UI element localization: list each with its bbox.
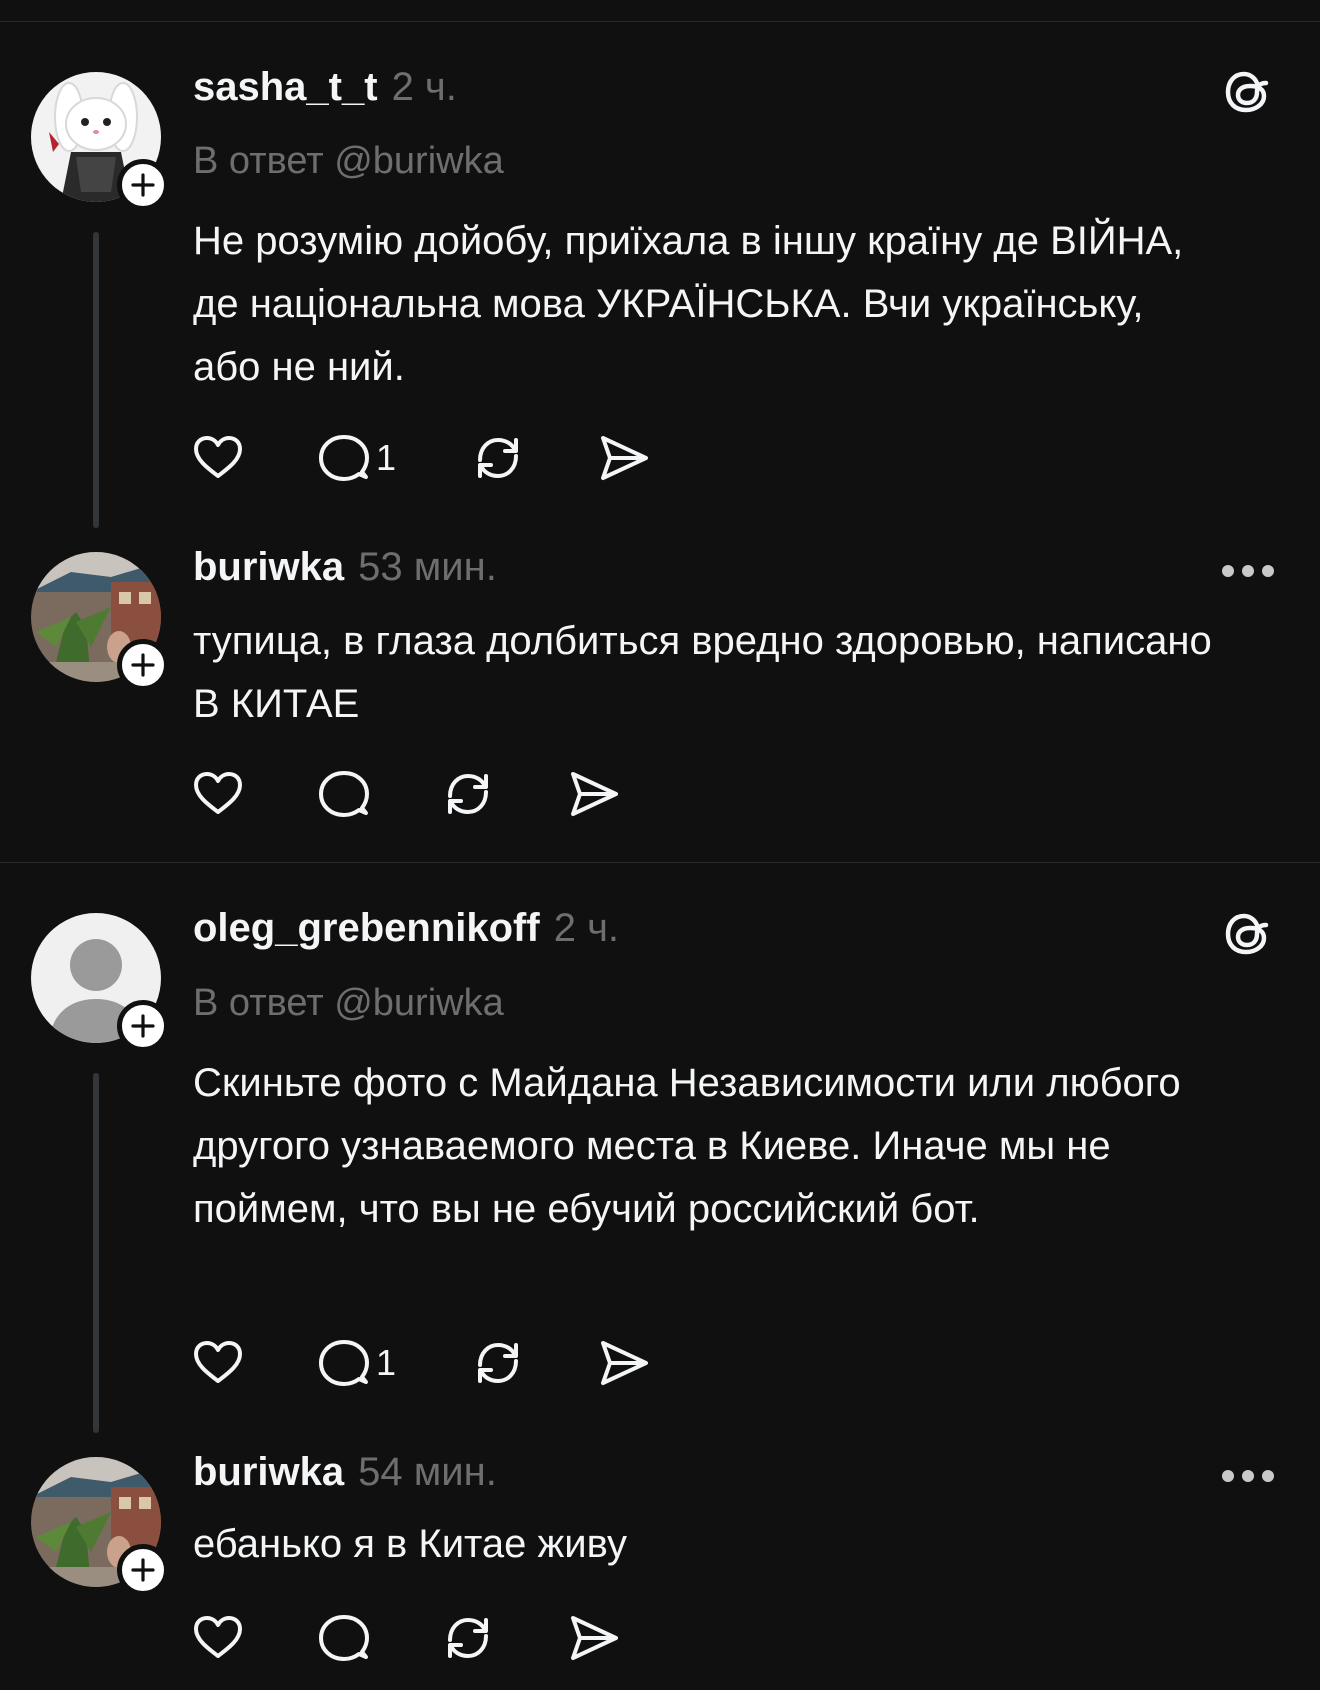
username[interactable]: buriwka <box>193 545 344 590</box>
post-header: oleg_grebennikoff 2 ч. <box>193 906 619 951</box>
thread-line <box>93 232 99 528</box>
reply-button[interactable]: 1 <box>316 1333 396 1393</box>
post-header: sasha_t_t 2 ч. <box>193 65 457 110</box>
post-text: Скиньте фото с Майдана Независимости или… <box>193 1061 1181 1231</box>
timestamp: 2 ч. <box>553 906 620 950</box>
top-divider <box>0 21 1320 22</box>
comment-icon <box>319 1615 369 1661</box>
username[interactable]: oleg_grebennikoff <box>193 906 540 951</box>
timestamp: 54 мин. <box>358 1450 497 1494</box>
like-button[interactable] <box>190 764 246 824</box>
reply-to-label[interactable]: В ответ @buriwka <box>193 140 504 183</box>
comment-icon <box>319 771 369 817</box>
share-button[interactable] <box>566 1608 622 1668</box>
like-button[interactable] <box>190 1333 246 1393</box>
heart-icon <box>194 436 242 478</box>
repost-icon <box>478 438 518 478</box>
follow-plus-button[interactable] <box>117 639 169 691</box>
timestamp: 53 мин. <box>358 545 497 589</box>
heart-icon <box>194 1341 242 1383</box>
heart-icon <box>194 1616 242 1658</box>
follow-plus-button[interactable] <box>117 1000 169 1052</box>
like-button[interactable] <box>190 428 246 488</box>
threads-logo-icon[interactable] <box>1222 908 1274 960</box>
send-icon <box>601 1341 648 1385</box>
post-text: тупица, в глаза долбиться вредно здоровь… <box>193 619 1212 726</box>
follow-plus-button[interactable] <box>117 1544 169 1596</box>
send-icon <box>601 436 648 480</box>
share-button[interactable] <box>596 428 652 488</box>
more-icon[interactable] <box>1222 1466 1274 1486</box>
post-divider <box>0 862 1320 863</box>
repost-button[interactable] <box>470 1333 526 1393</box>
repost-icon <box>448 1618 488 1658</box>
reply-count: 1 <box>376 437 397 478</box>
share-button[interactable] <box>596 1333 652 1393</box>
reply-button[interactable]: 1 <box>316 428 396 488</box>
repost-button[interactable] <box>470 428 526 488</box>
repost-button[interactable] <box>440 1608 496 1668</box>
post-text: ебанько я в Китае живу <box>193 1522 628 1566</box>
reply-button[interactable] <box>316 1608 372 1668</box>
repost-icon <box>448 774 488 814</box>
post-header: buriwka 54 мин. <box>193 1450 497 1495</box>
send-icon <box>571 1616 618 1660</box>
follow-plus-button[interactable] <box>117 159 169 211</box>
reply-to-label[interactable]: В ответ @buriwka <box>193 982 504 1025</box>
more-icon[interactable] <box>1222 561 1274 581</box>
reply-count: 1 <box>376 1342 397 1383</box>
heart-icon <box>194 772 242 814</box>
timestamp: 2 ч. <box>391 65 457 109</box>
comment-icon <box>319 435 369 481</box>
username[interactable]: sasha_t_t <box>193 65 378 110</box>
thread-line <box>93 1073 99 1433</box>
share-button[interactable] <box>566 764 622 824</box>
comment-icon <box>319 1340 369 1386</box>
send-icon <box>571 772 618 816</box>
username[interactable]: buriwka <box>193 1450 344 1495</box>
repost-icon <box>478 1343 518 1383</box>
threads-logo-icon[interactable] <box>1222 66 1274 118</box>
like-button[interactable] <box>190 1608 246 1668</box>
post-text: Не розумію дойобу, приїхала в іншу країн… <box>193 219 1184 389</box>
reply-button[interactable] <box>316 764 372 824</box>
post-header: buriwka 53 мин. <box>193 545 497 590</box>
repost-button[interactable] <box>440 764 496 824</box>
